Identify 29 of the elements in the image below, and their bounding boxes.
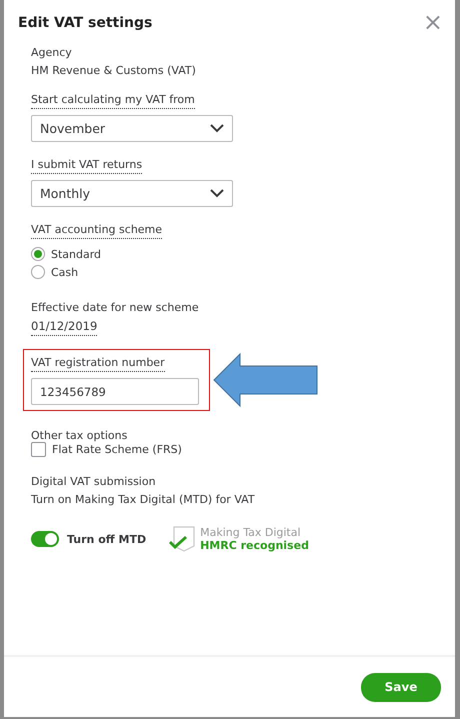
checkbox[interactable]: [31, 442, 46, 457]
badge-text: HMRC recognised: [200, 539, 309, 552]
field-label: Start calculating my VAT from: [31, 93, 195, 109]
radio-label: Standard: [51, 248, 102, 260]
field-label: Digital VAT submission: [31, 475, 157, 488]
month-dropdown[interactable]: November: [31, 115, 233, 142]
radio-label: Cash: [51, 266, 78, 278]
toggle-label: Turn off MTD: [67, 532, 146, 546]
chevron-down-icon: [210, 189, 224, 198]
radio-button[interactable]: [31, 247, 45, 261]
field-label: Effective date for new scheme: [31, 301, 200, 314]
field-label: Other tax options: [31, 429, 128, 442]
field-label: Agency: [31, 46, 73, 59]
toggle-switch[interactable]: [31, 531, 59, 547]
dialog-title: Edit VAT settings: [18, 15, 152, 31]
frequency-dropdown[interactable]: Monthly: [31, 180, 233, 207]
field-label: VAT accounting scheme: [31, 223, 162, 239]
shield-check-icon: [168, 526, 196, 552]
badge-text: Making Tax Digital: [200, 526, 302, 539]
arrow-icon: [213, 353, 319, 407]
field-label: I submit VAT returns: [31, 158, 142, 174]
radio-button[interactable]: [31, 265, 45, 279]
checkbox-label: Flat Rate Scheme (FRS): [52, 443, 182, 456]
input-field[interactable]: 123456789: [31, 378, 199, 405]
date-value[interactable]: 01/12/2019: [31, 319, 98, 336]
agency-value: HM Revenue & Customs (VAT): [31, 64, 197, 77]
description-text: Turn on Making Tax Digital (MTD) for VAT: [31, 493, 256, 506]
chevron-down-icon: [210, 124, 224, 133]
field-label: VAT registration number: [31, 356, 165, 372]
